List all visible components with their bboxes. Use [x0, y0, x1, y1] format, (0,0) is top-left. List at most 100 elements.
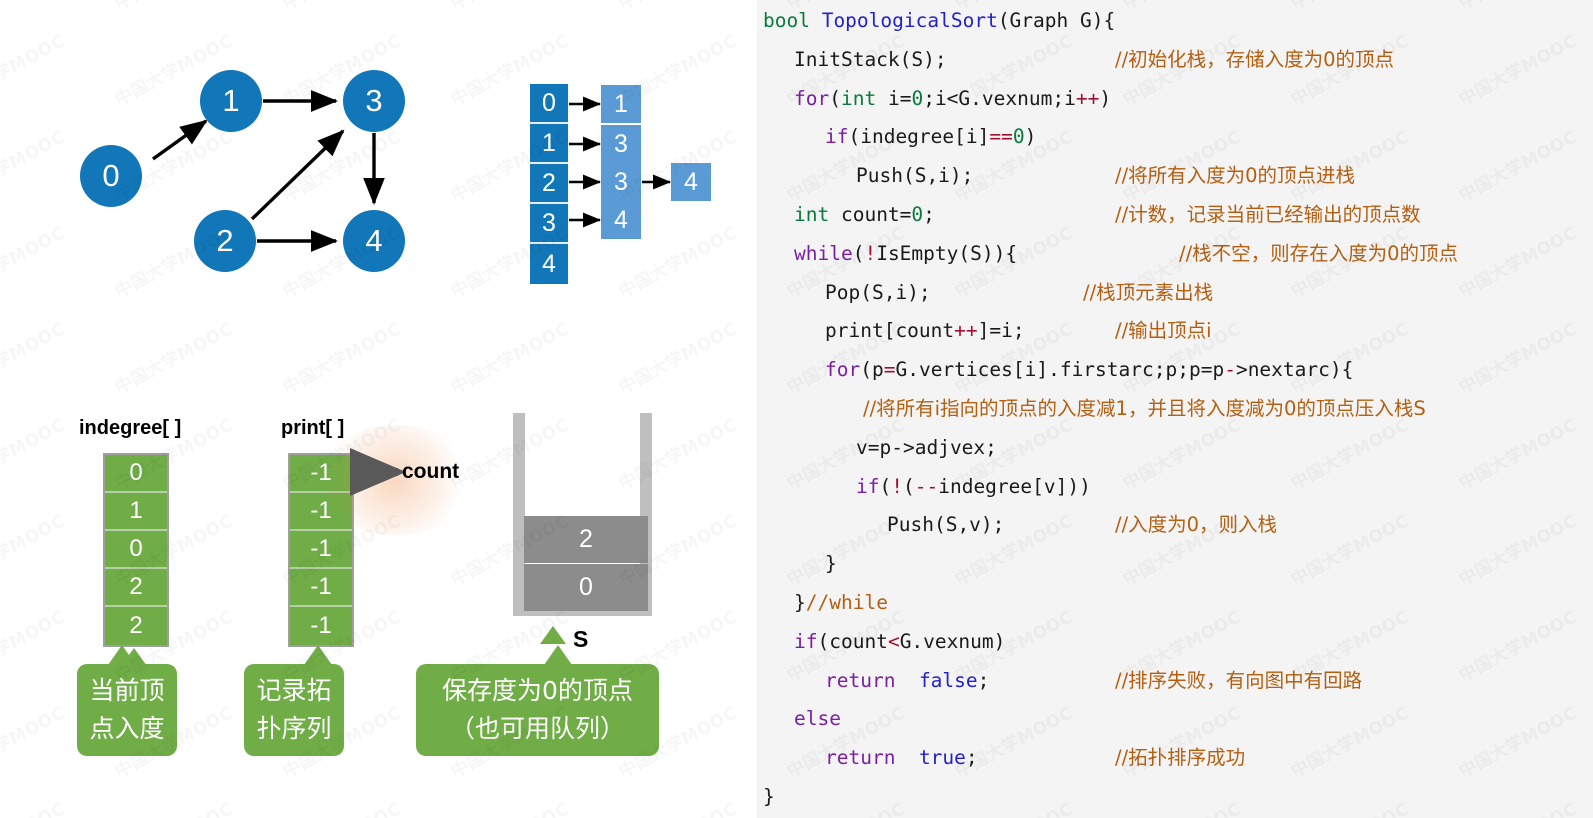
code-token: 0 — [1012, 125, 1025, 149]
code-token: false — [918, 668, 978, 692]
code-line: while(!IsEmpty(S)){ //栈不空，则存在入度为0的顶点 — [763, 235, 1593, 274]
code-token: ( — [902, 474, 915, 498]
code-token: ; — [977, 668, 990, 692]
code-panel: bool TopologicalSort(Graph G){ InitStack(… — [757, 0, 1593, 818]
code-comment: //将所有i指向的顶点的入度减1，并且将入度减为0的顶点压入栈S — [863, 396, 1426, 420]
code-line-text: if(indegree[i]==0) — [763, 118, 1036, 157]
code-token: if — [794, 629, 818, 653]
code-token: ( — [879, 474, 892, 498]
code-line: //将所有i指向的顶点的入度减1，并且将入度减为0的顶点压入栈S — [763, 390, 1593, 429]
code-token: count= — [829, 202, 912, 226]
code-line-text: } — [763, 545, 837, 584]
code-token: (count — [817, 629, 888, 653]
code-line-text: while(!IsEmpty(S)){ — [763, 235, 1017, 274]
code-token: G.vexnum) — [899, 629, 1006, 653]
code-line: for(p=G.vertices[i].firstarc;p;p=p->next… — [763, 351, 1593, 390]
code-token: } — [825, 552, 837, 576]
code-line: print[count++]=i; //输出顶点i — [763, 312, 1593, 351]
code-token: == — [989, 125, 1013, 149]
code-token: bool — [763, 9, 822, 32]
code-token: >nextarc){ — [1235, 358, 1354, 382]
code-token: ( — [829, 86, 841, 110]
code-comment: //栈顶元素出栈 — [1083, 280, 1214, 304]
code-token: ! — [891, 474, 903, 498]
code-token: (p — [860, 358, 884, 382]
code-line-text: } — [763, 778, 775, 817]
code-line: if(indegree[i]==0) — [763, 118, 1593, 157]
code-token: //while — [805, 590, 888, 614]
code-token: int — [840, 86, 877, 110]
code-line-text: int count=0; — [763, 196, 935, 235]
code-token: while — [794, 241, 853, 265]
code-line: for(int i=0;i<G.vexnum;i++) — [763, 80, 1593, 119]
code-token: if — [825, 125, 849, 149]
code-token: - — [1224, 358, 1236, 382]
code-comment: //排序失败，有向图中有回路 — [1115, 668, 1363, 692]
code-line: else — [763, 700, 1593, 739]
code-token: Push(S,i); — [856, 164, 974, 188]
callout-tail — [544, 645, 572, 665]
code-line: Push(S,v); //入度为0，则入栈 — [763, 506, 1593, 545]
stack-callout: 保存度为0的顶点 （也可用队列） — [416, 645, 659, 756]
code-token: ]=i; — [977, 319, 1025, 343]
code-token: ; — [965, 746, 978, 770]
code-token: else — [794, 707, 841, 731]
code-token: TopologicalSort — [821, 9, 998, 32]
code-line-text: else — [763, 700, 841, 739]
code-comment: //拓扑排序成功 — [1115, 746, 1246, 770]
code-token: adjvex; — [914, 435, 997, 459]
code-token: -- — [914, 474, 939, 498]
code-token: 0 — [911, 202, 924, 226]
code-token: (Graph G){ — [997, 9, 1116, 32]
code-token: InitStack(S); — [794, 47, 947, 71]
code-token: = — [883, 358, 896, 382]
code-comment: //入度为0，则入栈 — [1115, 513, 1278, 537]
code-token: print[count — [825, 319, 955, 343]
code-token: if — [856, 474, 880, 498]
code-line-text: }//while — [763, 584, 888, 623]
code-token: ;i<G.vexnum;i — [923, 86, 1076, 110]
code-line: return false; //排序失败，有向图中有回路 — [763, 662, 1593, 701]
code-line: if(!(--indegree[v])) — [763, 468, 1593, 507]
code-token: } — [794, 590, 806, 614]
code-line-text: if(count<G.vexnum) — [763, 623, 1005, 662]
code-comment: //初始化栈，存储入度为0的顶点 — [1115, 47, 1395, 71]
code-line: }//while — [763, 584, 1593, 623]
code-listing[interactable]: bool TopologicalSort(Graph G){ InitStack(… — [757, 0, 1593, 817]
code-token: return — [825, 746, 896, 770]
code-token: indegree[v])) — [938, 474, 1091, 498]
code-line-text: Pop(S,i); — [763, 274, 931, 313]
code-token: ) — [1099, 86, 1112, 110]
code-token: IsEmpty(S)){ — [876, 241, 1018, 265]
diagram-panel: 0 1 2 3 4 0 1 2 3 4 1 3 3 4 4 indegree[… — [0, 0, 757, 818]
code-line-text: if(!(--indegree[v])) — [763, 468, 1091, 507]
code-token: G.vertices[i].firstarc;p;p=p — [895, 358, 1225, 382]
code-line-text: for(p=G.vertices[i].firstarc;p;p=p->next… — [763, 351, 1353, 390]
code-line: Pop(S,i); //栈顶元素出栈 — [763, 274, 1593, 313]
code-token: ! — [864, 241, 877, 265]
code-token: ) — [1024, 125, 1037, 149]
code-line-text: Push(S,i); — [763, 157, 973, 196]
code-line-text: Push(S,v); — [763, 506, 1004, 545]
stack-callout-line2: （也可用队列） — [449, 714, 625, 743]
code-token: true — [918, 746, 966, 770]
code-token: ( — [852, 241, 865, 265]
code-token: for — [825, 358, 861, 382]
code-token: for — [794, 86, 830, 110]
code-token: 0 — [911, 86, 924, 110]
code-line: } — [763, 545, 1593, 584]
code-token: v=p- — [856, 435, 903, 459]
code-comment: //计数，记录当前已经输出的顶点数 — [1115, 202, 1421, 226]
code-token: > — [902, 435, 915, 459]
screenshot-root: 0 1 2 3 4 0 1 2 3 4 1 3 3 4 4 indegree[… — [0, 0, 1593, 818]
code-token: ; — [923, 202, 935, 226]
code-token: } — [763, 784, 775, 808]
code-token: Push(S,v); — [887, 513, 1005, 537]
code-line-text: for(int i=0;i<G.vexnum;i++) — [763, 80, 1111, 119]
code-line-text: return false; — [763, 662, 989, 701]
code-comment: //栈不空，则存在入度为0的顶点 — [1179, 241, 1459, 265]
code-line: v=p->adjvex; — [763, 429, 1593, 468]
code-line: return true; //拓扑排序成功 — [763, 739, 1593, 778]
